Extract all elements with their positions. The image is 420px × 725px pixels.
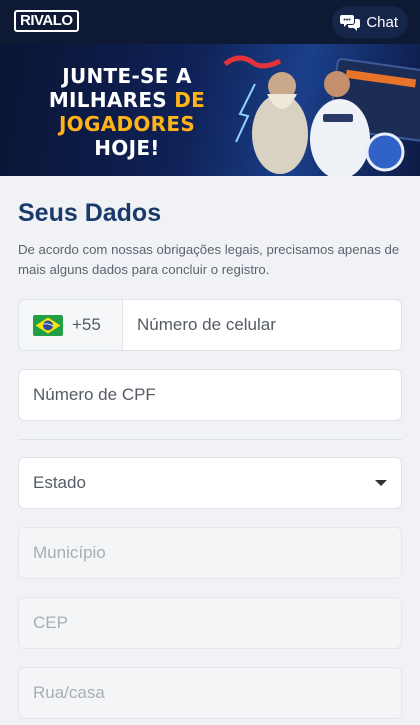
cpf-input[interactable]: Número de CPF <box>18 369 402 421</box>
phone-input[interactable]: Número de celular <box>123 315 276 335</box>
brazil-flag-icon <box>33 314 63 336</box>
banner-line-2b: DE <box>174 88 206 112</box>
banner-line-4: HOJE! <box>94 136 160 160</box>
chat-button[interactable]: Chat <box>332 6 408 38</box>
banner-line-2: MILHARES DE <box>42 88 212 112</box>
chat-bubbles-icon <box>340 15 361 31</box>
page-title: Seus Dados <box>18 199 162 227</box>
promo-banner[interactable]: JUNTE-SE A MILHARES DE JOGADORES HOJE! <box>0 44 420 176</box>
divider <box>18 439 402 440</box>
banner-characters-illustration <box>223 55 420 176</box>
banner-line-3: JOGADORES <box>58 112 196 136</box>
rua-input[interactable]: Rua/casa <box>18 667 402 719</box>
rivalo-logo[interactable]: RIVALO <box>14 10 79 32</box>
municipio-input[interactable]: Município <box>18 527 402 579</box>
caret-down-icon <box>375 480 387 486</box>
estado-select[interactable]: Estado <box>18 457 402 509</box>
top-bar: RIVALO Chat <box>0 0 420 44</box>
banner-line-2a: MILHARES <box>48 88 175 112</box>
chat-label: Chat <box>366 13 398 31</box>
country-code-selector[interactable]: +55 <box>19 300 123 350</box>
registration-form: Seus Dados De acordo com nossas obrigaçõ… <box>0 176 420 725</box>
country-code: +55 <box>72 315 101 334</box>
form-description: De acordo com nossas obrigações legais, … <box>18 242 400 277</box>
estado-label: Estado <box>33 473 86 492</box>
cep-input[interactable]: CEP <box>18 597 402 649</box>
banner-headline: JUNTE-SE A MILHARES DE JOGADORES HOJE! <box>42 64 212 160</box>
banner-line-1: JUNTE-SE A <box>62 64 192 88</box>
phone-field[interactable]: +55 Número de celular <box>18 299 402 351</box>
